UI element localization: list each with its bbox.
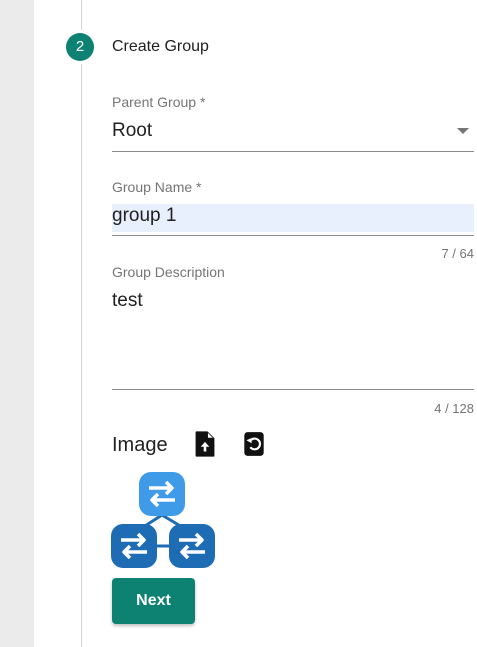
- image-label: Image: [112, 434, 168, 456]
- group-name-counter: 7 / 64: [441, 246, 474, 261]
- dropdown-arrow-icon[interactable]: [457, 128, 469, 134]
- stepper-connector-top: [81, 0, 82, 30]
- left-panel-strip: [0, 0, 34, 647]
- group-description-label: Group Description: [112, 264, 225, 280]
- parent-group-underline: [112, 151, 474, 152]
- restore-icon[interactable]: [241, 430, 267, 458]
- step-title: Create Group: [112, 38, 209, 55]
- parent-group-value[interactable]: Root: [112, 120, 152, 142]
- group-name-label: Group Name *: [112, 179, 202, 195]
- group-description-underline: [112, 389, 474, 390]
- group-name-input[interactable]: group 1: [112, 205, 176, 227]
- stepper-connector: [81, 64, 82, 647]
- group-image-preview: [110, 470, 216, 572]
- group-name-underline: [112, 235, 474, 236]
- parent-group-label: Parent Group *: [112, 94, 206, 110]
- group-description-textarea[interactable]: test: [112, 290, 143, 312]
- step-number-badge: 2: [66, 33, 94, 61]
- group-description-counter: 4 / 128: [434, 401, 474, 416]
- file-upload-icon[interactable]: [192, 430, 218, 458]
- next-button[interactable]: Next: [112, 578, 195, 624]
